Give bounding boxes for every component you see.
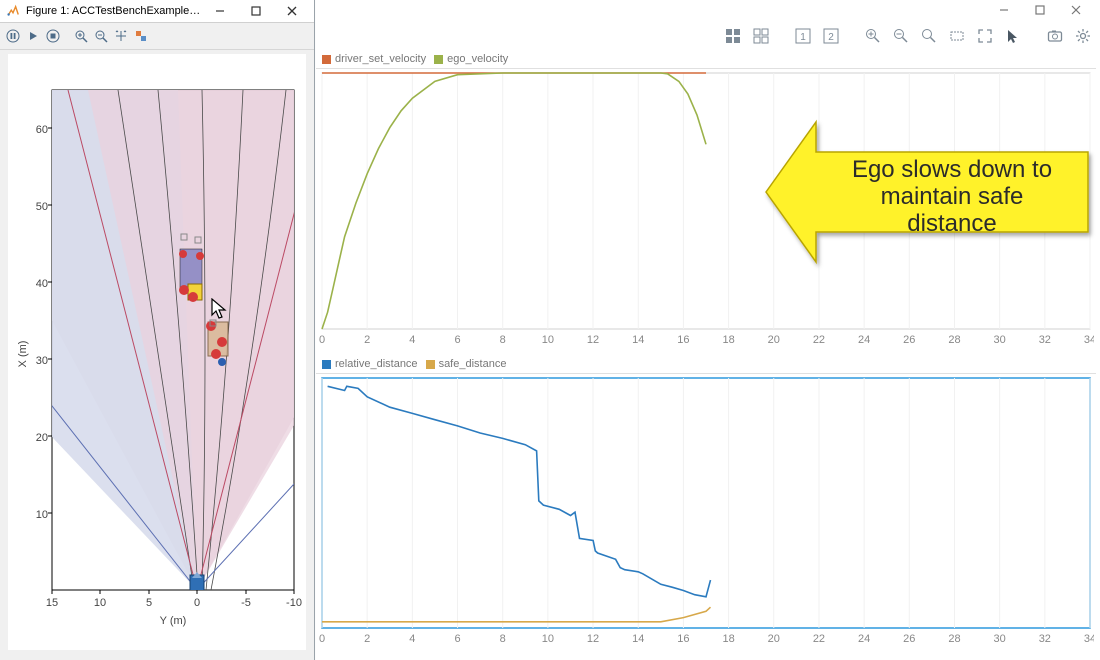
svg-text:24: 24 <box>858 334 870 346</box>
svg-text:15: 15 <box>46 597 58 609</box>
svg-text:5: 5 <box>146 597 152 609</box>
zoom-in-button[interactable] <box>72 27 90 45</box>
svg-text:40: 40 <box>36 278 48 290</box>
matlab-icon <box>6 4 20 18</box>
figure-title-text: Figure 1: ACCTestBenchExample/Bir… <box>26 5 202 17</box>
svg-text:34: 34 <box>1084 633 1094 645</box>
svg-text:16: 16 <box>677 633 689 645</box>
bg-minimize-button[interactable] <box>986 0 1022 20</box>
svg-text:10: 10 <box>542 334 554 346</box>
svg-text:26: 26 <box>903 334 915 346</box>
bg-maximize-button[interactable] <box>1022 0 1058 20</box>
scope-fit-button[interactable] <box>974 25 996 47</box>
svg-text:30: 30 <box>994 334 1006 346</box>
birdseye-axes[interactable]: 60 50 40 30 20 10 X (m) 15 10 5 0 -5 -10… <box>8 54 306 650</box>
svg-text:8: 8 <box>500 633 506 645</box>
svg-text:10: 10 <box>542 633 554 645</box>
svg-text:20: 20 <box>768 633 780 645</box>
legend-relative-distance: relative_distance <box>322 358 418 370</box>
svg-text:30: 30 <box>994 633 1006 645</box>
svg-text:32: 32 <box>1039 633 1051 645</box>
svg-text:34: 34 <box>1084 334 1094 346</box>
data-cursor-button[interactable] <box>132 27 150 45</box>
background-window-controls <box>316 0 1100 20</box>
xlabel-text: Y (m) <box>160 615 187 627</box>
svg-text:14: 14 <box>632 334 644 346</box>
bg-close-button[interactable] <box>1058 0 1094 20</box>
figure-titlebar[interactable]: Figure 1: ACCTestBenchExample/Bir… <box>0 0 314 23</box>
close-button[interactable] <box>274 0 310 22</box>
scope-zoom-in-button[interactable] <box>862 25 884 47</box>
svg-text:20: 20 <box>768 334 780 346</box>
stop-button[interactable] <box>44 27 62 45</box>
figure-toolbar <box>0 23 314 50</box>
pan-button[interactable] <box>112 27 130 45</box>
svg-text:-10: -10 <box>286 597 302 609</box>
svg-text:18: 18 <box>722 633 734 645</box>
svg-text:2: 2 <box>364 633 370 645</box>
svg-text:0: 0 <box>319 633 325 645</box>
scope-zoom-out-button[interactable] <box>890 25 912 47</box>
figure-window: Figure 1: ACCTestBenchExample/Bir… <box>0 0 315 660</box>
svg-text:10: 10 <box>36 509 48 521</box>
svg-text:20: 20 <box>36 432 48 444</box>
scope2-axes[interactable]: 0246810121416182022242628303234 <box>316 374 1096 648</box>
view1-button[interactable]: 1 <box>792 25 814 47</box>
svg-text:60: 60 <box>36 124 48 136</box>
svg-text:4: 4 <box>409 633 415 645</box>
legend-safe-distance: safe_distance <box>426 358 507 370</box>
svg-text:1: 1 <box>800 32 806 43</box>
svg-text:2: 2 <box>364 334 370 346</box>
svg-text:24: 24 <box>858 633 870 645</box>
svg-text:2: 2 <box>828 32 834 43</box>
pause-button[interactable] <box>4 27 22 45</box>
legend-ego-velocity: ego_velocity <box>434 53 508 65</box>
svg-text:30: 30 <box>36 355 48 367</box>
scope-snapshot-button[interactable] <box>1044 25 1066 47</box>
svg-text:0: 0 <box>319 334 325 346</box>
svg-text:8: 8 <box>500 334 506 346</box>
scope-settings-button[interactable] <box>1072 25 1094 47</box>
svg-text:10: 10 <box>94 597 106 609</box>
scope1-axes[interactable]: 0246810121416182022242628303234 <box>316 69 1096 349</box>
maximize-button[interactable] <box>238 0 274 22</box>
svg-text:12: 12 <box>587 633 599 645</box>
scope1-legend: driver_set_velocity ego_velocity <box>316 50 1096 69</box>
play-button[interactable] <box>24 27 42 45</box>
scope-cursor-button[interactable] <box>1002 25 1024 47</box>
scope-window: 1 2 driver_set_velocity ego_velocity 024… <box>316 0 1100 660</box>
svg-text:6: 6 <box>454 633 460 645</box>
svg-text:50: 50 <box>36 201 48 213</box>
zoom-out-button[interactable] <box>92 27 110 45</box>
scope-zoom-area-button[interactable] <box>946 25 968 47</box>
scope-zoom-xy-button[interactable] <box>918 25 940 47</box>
svg-text:28: 28 <box>948 633 960 645</box>
svg-text:12: 12 <box>587 334 599 346</box>
svg-text:28: 28 <box>948 334 960 346</box>
svg-text:32: 32 <box>1039 334 1051 346</box>
svg-text:22: 22 <box>813 334 825 346</box>
svg-text:22: 22 <box>813 633 825 645</box>
svg-text:18: 18 <box>722 334 734 346</box>
svg-text:0: 0 <box>194 597 200 609</box>
view2-button[interactable]: 2 <box>820 25 842 47</box>
legend-driver-set-velocity: driver_set_velocity <box>322 53 426 65</box>
scope-toolbar: 1 2 <box>722 24 1094 48</box>
ylabel-text: X (m) <box>17 341 29 368</box>
layout-grid2-button[interactable] <box>750 25 772 47</box>
scope2-legend: relative_distance safe_distance <box>316 355 1096 374</box>
layout-grid-button[interactable] <box>722 25 744 47</box>
svg-text:4: 4 <box>409 334 415 346</box>
svg-text:6: 6 <box>454 334 460 346</box>
minimize-button[interactable] <box>202 0 238 22</box>
svg-text:-5: -5 <box>241 597 251 609</box>
svg-text:14: 14 <box>632 633 644 645</box>
svg-text:26: 26 <box>903 633 915 645</box>
svg-text:16: 16 <box>677 334 689 346</box>
